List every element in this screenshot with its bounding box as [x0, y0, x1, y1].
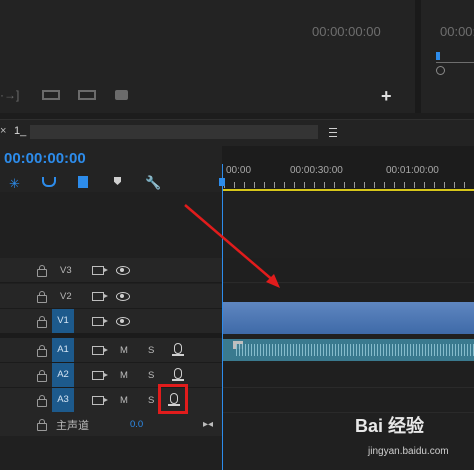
track-target-a2[interactable]: A2: [52, 363, 74, 387]
ruler-ticks: [224, 182, 474, 188]
program-monitor-panel: [0, 0, 415, 113]
add-button[interactable]: +: [381, 86, 392, 107]
mute-button[interactable]: M: [120, 370, 128, 381]
lock-icon[interactable]: [37, 291, 47, 303]
lock-icon[interactable]: [37, 419, 47, 431]
track-header-a2[interactable]: A2 M S: [0, 363, 222, 388]
sync-lock-icon[interactable]: [92, 292, 108, 301]
sync-lock-icon[interactable]: [92, 266, 108, 275]
track-lane-a3[interactable]: [222, 388, 474, 413]
lock-icon[interactable]: [37, 345, 47, 357]
lift-icon[interactable]: [42, 90, 60, 100]
track-header-a3[interactable]: A3 M S: [0, 388, 222, 413]
track-header-v1[interactable]: V1: [0, 309, 222, 334]
track-target-v1[interactable]: V1: [52, 309, 74, 333]
master-track-header: 主声道 0.0 ▸◂: [0, 412, 222, 436]
ruler-label-0: 00:00: [226, 165, 252, 176]
track-header-a1[interactable]: A1 M S: [0, 338, 222, 363]
highlight-box: [158, 384, 188, 414]
audio-waveform: [236, 344, 474, 356]
track-label: V2: [60, 291, 72, 302]
wrench-icon[interactable]: 🔧: [145, 175, 161, 191]
eye-icon[interactable]: [116, 266, 130, 275]
magnet-icon[interactable]: [42, 177, 56, 187]
watermark-url: jingyan.baidu.com: [368, 446, 449, 457]
watermark-logo: Bai 经验: [355, 416, 425, 436]
sequence-tab[interactable]: 1_: [14, 125, 26, 137]
eye-icon[interactable]: [116, 292, 130, 301]
export-frame-icon[interactable]: [115, 90, 128, 100]
mute-button[interactable]: M: [120, 395, 128, 406]
tab-close-button[interactable]: ×: [0, 125, 6, 137]
solo-button[interactable]: S: [148, 370, 154, 381]
lock-icon[interactable]: [37, 370, 47, 382]
ruler-label-1m: 00:01:00:00: [386, 165, 439, 176]
extract-icon[interactable]: [78, 90, 96, 100]
expand-icon[interactable]: ▸◂: [203, 419, 213, 430]
annotation-arrow: [184, 204, 280, 288]
sync-lock-icon[interactable]: [92, 396, 108, 405]
microphone-icon[interactable]: [172, 343, 184, 356]
playhead-handle[interactable]: [219, 178, 225, 186]
source-scrub-line[interactable]: [436, 62, 474, 63]
source-monitor-panel: [421, 0, 474, 113]
source-scrub-handle[interactable]: [436, 66, 445, 75]
track-label: V3: [60, 265, 72, 276]
program-timecode: 00:00:00:00: [312, 24, 381, 39]
master-volume-value[interactable]: 0.0: [130, 419, 143, 430]
solo-button[interactable]: S: [148, 345, 154, 356]
track-target-a1[interactable]: A1: [52, 338, 74, 362]
microphone-icon[interactable]: [172, 368, 184, 381]
snap-icon[interactable]: ✳: [9, 176, 20, 192]
source-playhead-marker[interactable]: [436, 52, 440, 60]
sync-lock-icon[interactable]: [92, 371, 108, 380]
sequence-timecode[interactable]: 00:00:00:00: [4, 150, 86, 167]
master-label: 主声道: [56, 420, 89, 432]
eye-icon[interactable]: [116, 317, 130, 326]
linked-selection-icon[interactable]: [78, 176, 88, 188]
work-area-bar[interactable]: [222, 189, 474, 191]
hamburger-icon[interactable]: [329, 128, 337, 137]
insert-icon[interactable]: ·→]: [0, 88, 19, 102]
track-target-a3[interactable]: A3: [52, 388, 74, 412]
lock-icon[interactable]: [37, 316, 47, 328]
sequence-name-blurred: [30, 125, 318, 139]
lock-icon[interactable]: [37, 265, 47, 277]
ruler-label-30s: 00:00:30:00: [290, 165, 343, 176]
video-clip[interactable]: [223, 302, 474, 334]
source-timecode: 00:00:0: [440, 24, 474, 39]
sync-lock-icon[interactable]: [92, 317, 108, 326]
solo-button[interactable]: S: [148, 395, 154, 406]
mute-button[interactable]: M: [120, 345, 128, 356]
track-lane-a2[interactable]: [222, 363, 474, 388]
sync-lock-icon[interactable]: [92, 346, 108, 355]
lock-icon[interactable]: [37, 395, 47, 407]
